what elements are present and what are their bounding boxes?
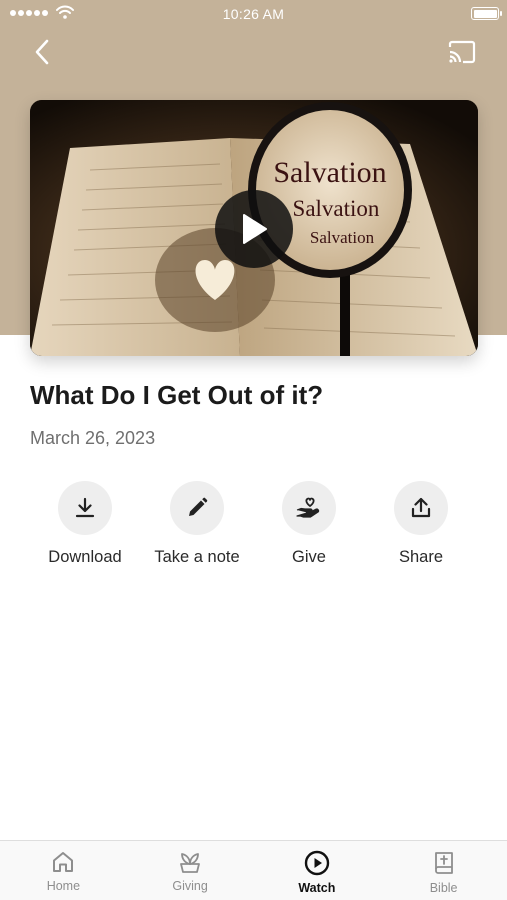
tab-giving[interactable]: Giving	[127, 841, 254, 900]
action-row: Download Take a note Give Share	[29, 481, 477, 567]
status-time: 10:26 AM	[222, 6, 285, 22]
battery-icon	[471, 7, 502, 20]
plant-icon	[180, 853, 201, 873]
pencil-icon	[189, 497, 208, 516]
take-a-note-circle	[170, 481, 224, 535]
thumbnail-text-1: Salvation	[273, 156, 386, 189]
play-circle-icon	[304, 850, 330, 876]
take-a-note-label: Take a note	[154, 548, 240, 566]
status-bar: 10:26 AM	[0, 0, 507, 28]
hand-heart-icon	[296, 497, 320, 518]
give-label: Give	[292, 548, 326, 566]
download-icon	[75, 497, 95, 518]
tab-giving-label: Giving	[172, 879, 208, 893]
chevron-left-icon	[35, 39, 49, 65]
share-circle	[394, 481, 448, 535]
share-button[interactable]: Share	[365, 481, 477, 567]
back-button[interactable]	[26, 36, 58, 68]
give-circle	[282, 481, 336, 535]
tab-bible[interactable]: Bible	[380, 841, 507, 900]
play-icon	[243, 214, 267, 244]
home-icon	[53, 852, 74, 872]
thumbnail-text-3: Salvation	[310, 228, 375, 247]
cast-button[interactable]	[445, 36, 479, 68]
bible-icon	[434, 852, 453, 874]
share-label: Share	[398, 548, 444, 566]
cast-icon	[448, 40, 476, 64]
tab-bar: Home Giving Watch Bible	[0, 840, 507, 900]
tab-watch-label: Watch	[298, 881, 336, 895]
give-button[interactable]: Give	[253, 481, 365, 567]
share-icon	[411, 497, 431, 518]
sermon-title: What Do I Get Out of it?	[30, 380, 324, 410]
tab-home[interactable]: Home	[0, 841, 127, 900]
download-circle	[58, 481, 112, 535]
download-label: Download	[48, 548, 122, 566]
video-player[interactable]: Salvation Salvation Salvation	[30, 100, 478, 356]
tab-home-label: Home	[46, 879, 81, 893]
download-button[interactable]: Download	[29, 481, 141, 567]
thumbnail-text-2: Salvation	[293, 196, 380, 221]
take-a-note-button[interactable]: Take a note	[141, 481, 253, 567]
sermon-date: March 26, 2023	[30, 428, 156, 448]
tab-watch[interactable]: Watch	[254, 841, 381, 900]
tab-bible-label: Bible	[429, 881, 458, 895]
play-button[interactable]	[215, 190, 293, 268]
